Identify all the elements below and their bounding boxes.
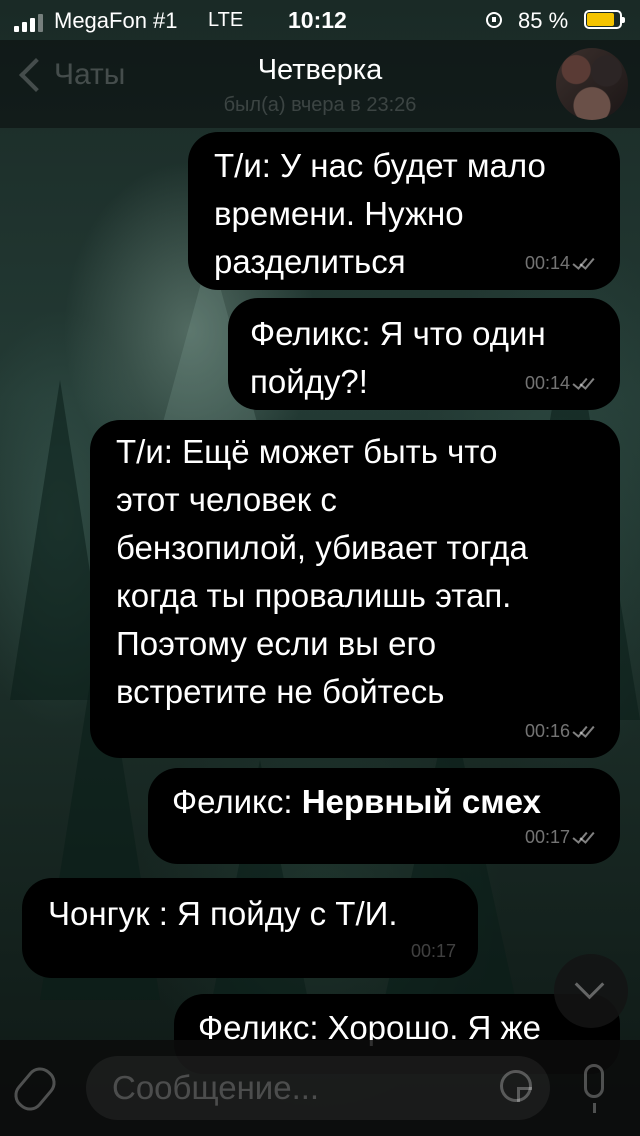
network-type: LTE <box>208 9 244 31</box>
message-time: 00:14 <box>524 253 570 273</box>
microphone-icon[interactable] <box>584 1064 604 1113</box>
message-meta: 00:17 <box>525 827 598 848</box>
message-time: 00:17 <box>524 827 570 847</box>
message-time: 00:14 <box>524 373 570 393</box>
message-text: Феликс: Нервный смех <box>172 778 598 826</box>
paperclip-icon[interactable] <box>8 1061 62 1117</box>
message-text: Т/и: Ещё может быть что этот человек с б… <box>116 433 528 710</box>
message-input[interactable] <box>86 1056 550 1120</box>
battery-icon <box>584 10 625 29</box>
chat-header: Чаты Четверка был(а) вчера в 23:26 <box>0 40 640 128</box>
message-list[interactable]: Т/и: У нас будет мало времени. Нужно раз… <box>0 128 640 1074</box>
message-bubble[interactable]: Т/и: У нас будет мало времени. Нужно раз… <box>188 132 620 290</box>
scroll-to-bottom-button[interactable] <box>554 954 628 1028</box>
sticker-icon[interactable] <box>500 1070 532 1102</box>
status-bar: MegaFon #1 LTE 10:12 85 % <box>0 0 640 40</box>
message-text: Чонгук : Я пойду с Т/И. <box>48 895 398 932</box>
battery-percent: 85 % <box>518 8 569 33</box>
message-meta: 00:14 <box>525 253 598 274</box>
message-meta: 00:16 <box>525 721 598 742</box>
message-bubble[interactable]: Чонгук : Я пойду с Т/И. 00:17 <box>22 878 478 978</box>
message-meta: 00:14 <box>525 373 598 394</box>
last-seen-status: был(а) вчера в 23:26 <box>223 94 417 116</box>
double-check-icon <box>572 827 598 845</box>
message-time: 00:17 <box>410 941 456 961</box>
double-check-icon <box>572 253 598 271</box>
rotation-lock-icon <box>486 12 502 28</box>
carrier-name: MegaFon #1 <box>54 8 178 33</box>
chat-avatar[interactable] <box>556 48 628 120</box>
message-bold-text: Нервный смех <box>301 783 541 820</box>
message-bubble[interactable]: Феликс: Я что один пойду?! 00:14 <box>228 298 620 410</box>
double-check-icon <box>572 721 598 739</box>
composer-bar <box>0 1040 640 1136</box>
status-time: 10:12 <box>288 7 347 33</box>
message-sender-prefix: Феликс: <box>172 783 302 820</box>
message-time: 00:16 <box>524 721 570 741</box>
signal-strength-icon <box>14 14 43 32</box>
message-meta: 00:17 <box>411 941 456 962</box>
message-bubble[interactable]: Т/и: Ещё может быть что этот человек с б… <box>90 420 620 758</box>
chevron-down-icon <box>574 969 605 1000</box>
chat-title[interactable]: Четверка <box>0 54 640 87</box>
double-check-icon <box>572 373 598 391</box>
message-bubble[interactable]: Феликс: Нервный смех 00:17 <box>148 768 620 864</box>
